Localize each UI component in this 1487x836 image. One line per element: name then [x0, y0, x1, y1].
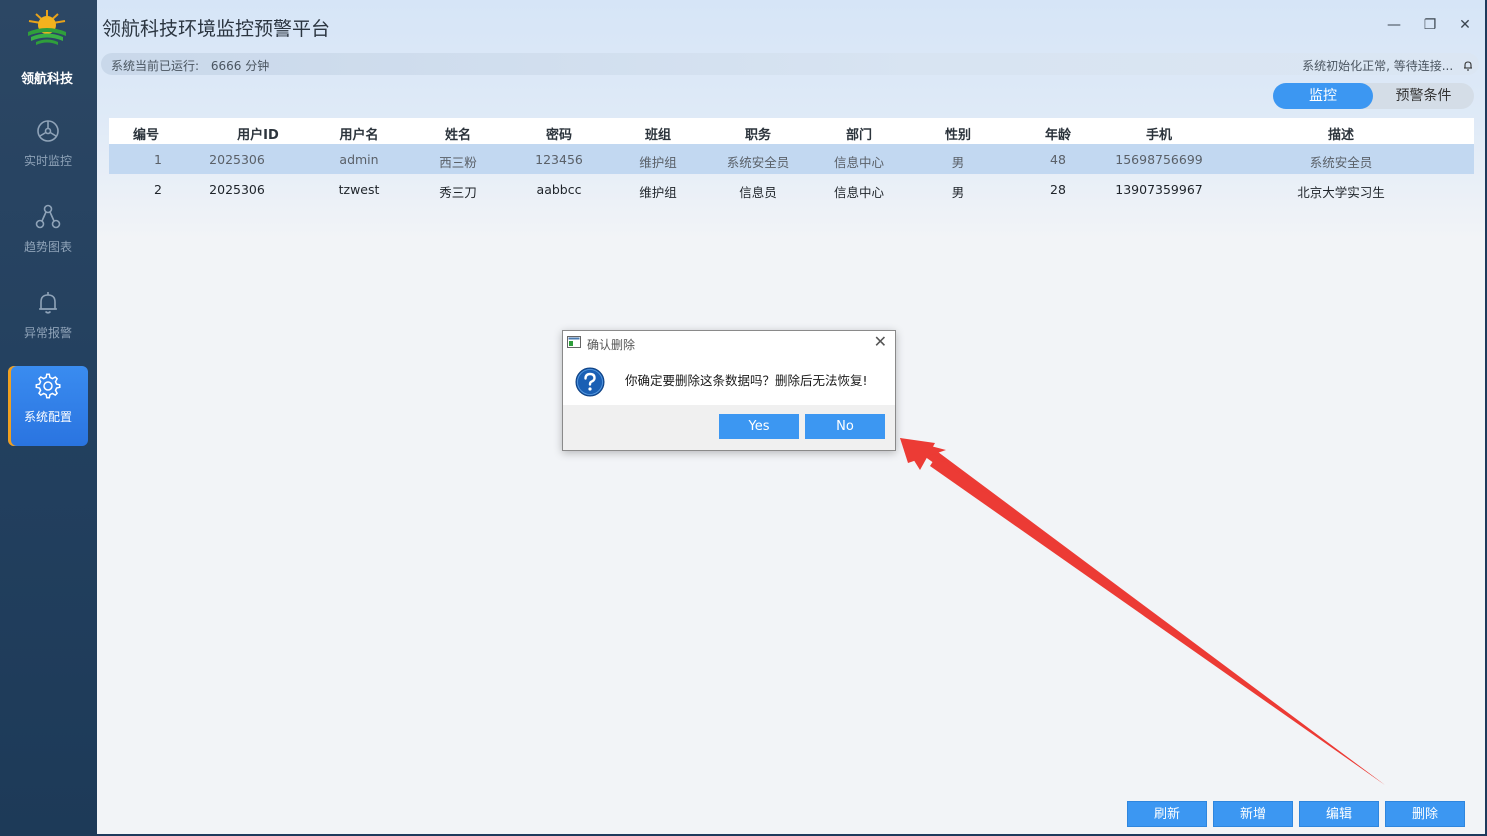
- column-header[interactable]: 班组: [645, 124, 671, 143]
- app-title: 领航科技环境监控预警平台: [102, 18, 331, 40]
- sidebar-item-label: 系统配置: [23, 410, 72, 424]
- logo-icon: [28, 10, 66, 45]
- dialog-close-button[interactable]: ✕: [874, 333, 887, 351]
- window-icon: [567, 336, 581, 348]
- bell-icon: [1464, 61, 1472, 71]
- table-cell: tzwest: [338, 182, 380, 197]
- dialog-body: 你确定要删除这条数据吗？删除后无法恢复!: [563, 355, 895, 405]
- column-header[interactable]: 性别: [945, 124, 971, 143]
- table-header: 编号 用户ID 用户名 姓名 密码 班组 职务 部门 性别 年龄 手机 描述: [109, 118, 1474, 144]
- table-cell: 男: [951, 185, 965, 200]
- sidebar-item-alarm[interactable]: 异常报警: [8, 284, 88, 364]
- column-header[interactable]: 年龄: [1045, 124, 1071, 143]
- runtime-label: 系统当前已运行:: [111, 59, 200, 73]
- yes-button[interactable]: Yes: [719, 414, 799, 439]
- monitor-icon: [37, 120, 59, 142]
- minimize-button[interactable]: —: [1387, 18, 1401, 32]
- column-header[interactable]: 职务: [745, 124, 771, 143]
- table-row[interactable]: 1 2025306 admin 西三粉 123456 维护组 系统安全员 信息中…: [109, 144, 1474, 174]
- refresh-button[interactable]: 刷新: [1127, 801, 1207, 827]
- no-button[interactable]: No: [805, 414, 885, 439]
- table-cell: admin: [339, 152, 379, 167]
- table-cell: 系统安全员: [726, 155, 790, 170]
- question-icon: [575, 367, 605, 397]
- column-header[interactable]: 姓名: [445, 124, 471, 143]
- column-header[interactable]: 编号: [133, 124, 159, 143]
- column-header[interactable]: 描述: [1328, 124, 1354, 143]
- table-cell: 男: [951, 155, 965, 170]
- table-cell: 123456: [535, 152, 583, 167]
- table-cell: 维护组: [639, 185, 677, 200]
- sidebar-item-trend-chart[interactable]: 趋势图表: [8, 198, 88, 278]
- table-cell: 信息员: [739, 185, 777, 200]
- table-cell: 信息中心: [833, 155, 885, 170]
- share-icon: [35, 204, 61, 229]
- sidebar-item-label: 趋势图表: [23, 240, 72, 254]
- tab-alert-conditions[interactable]: 预警条件: [1373, 83, 1474, 109]
- status-bar: 系统当前已运行: 6666 分钟 系统初始化正常, 等待连接...: [101, 53, 1479, 75]
- sidebar-item-label: 实时监控: [23, 154, 72, 168]
- restore-button[interactable]: ❐: [1423, 18, 1437, 32]
- column-header[interactable]: 用户ID: [237, 124, 279, 143]
- table-row[interactable]: 2 2025306 tzwest 秀三刀 aabbcc 维护组 信息员 信息中心…: [109, 174, 1474, 204]
- delete-button[interactable]: 删除: [1385, 801, 1465, 827]
- column-header[interactable]: 部门: [846, 124, 872, 143]
- table-cell: 2025306: [209, 152, 265, 167]
- table-cell: 1: [154, 152, 162, 167]
- table-cell: 48: [1050, 152, 1066, 167]
- dialog-title: 确认删除: [587, 338, 636, 352]
- sidebar-item-system-config[interactable]: 系统配置: [8, 366, 88, 446]
- dialog-titlebar: 确认删除 ✕: [563, 331, 895, 355]
- table-cell: 2: [154, 182, 162, 197]
- column-header[interactable]: 密码: [546, 124, 572, 143]
- table-cell: 北京大学实习生: [1297, 185, 1385, 200]
- runtime-value: 6666 分钟: [210, 59, 270, 73]
- table-cell: 13907359967: [1115, 182, 1203, 197]
- tab-monitor[interactable]: 监控: [1273, 83, 1373, 109]
- user-table: 编号 用户ID 用户名 姓名 密码 班组 职务 部门 性别 年龄 手机 描述 1…: [109, 118, 1474, 204]
- table-cell: 28: [1050, 182, 1066, 197]
- table-cell: 信息中心: [833, 185, 885, 200]
- connection-status: 系统初始化正常, 等待连接...: [1302, 59, 1454, 73]
- sidebar: 领航科技 实时监控 趋势图表 异常报警 系统配置: [0, 0, 97, 836]
- table-cell: 系统安全员: [1309, 155, 1373, 170]
- confirm-delete-dialog: 确认删除 ✕ 你确定要删除这条数据吗？删除后无法恢复! Yes No: [562, 330, 896, 451]
- tab-group: 监控 预警条件: [1273, 83, 1474, 109]
- bell-icon: [39, 292, 57, 314]
- edit-button[interactable]: 编辑: [1299, 801, 1379, 827]
- sidebar-item-realtime-monitor[interactable]: 实时监控: [8, 112, 88, 192]
- column-header[interactable]: 手机: [1146, 124, 1172, 143]
- gear-icon: [35, 373, 61, 399]
- brand-name: 领航科技: [20, 72, 73, 87]
- close-button[interactable]: ✕: [1458, 18, 1472, 32]
- table-cell: 2025306: [209, 182, 265, 197]
- sidebar-item-label: 异常报警: [23, 326, 72, 340]
- table-cell: 西三粉: [439, 155, 477, 170]
- add-button[interactable]: 新增: [1213, 801, 1293, 827]
- table-cell: 15698756699: [1115, 152, 1203, 167]
- table-cell: 秀三刀: [439, 185, 477, 200]
- dialog-message: 你确定要删除这条数据吗？删除后无法恢复!: [625, 373, 868, 388]
- table-cell: aabbcc: [536, 182, 582, 197]
- table-cell: 维护组: [639, 155, 677, 170]
- column-header[interactable]: 用户名: [339, 124, 378, 143]
